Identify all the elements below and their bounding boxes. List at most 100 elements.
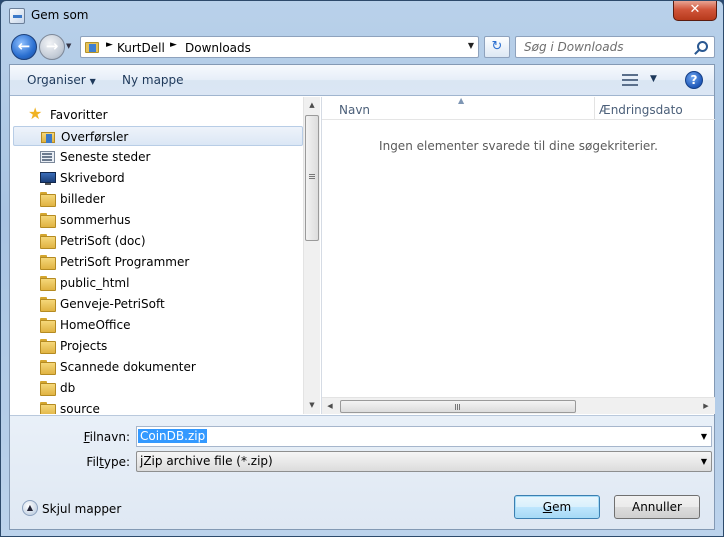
filename-input[interactable]: CoinDB.zip ▼ (136, 426, 712, 447)
nav-item-label: Projects (60, 339, 108, 353)
column-divider[interactable] (594, 97, 595, 119)
folder-icon (40, 318, 56, 333)
nav-item-scannede-dokumenter[interactable]: Scannede dokumenter (13, 357, 303, 377)
breadcrumb-separator-icon[interactable]: ► (106, 40, 113, 50)
breadcrumb-separator-icon[interactable]: ► (170, 40, 177, 50)
nav-item-label: HomeOffice (60, 318, 131, 332)
file-list-hscrollbar[interactable]: ◀ ▶ (322, 397, 715, 414)
filetype-label: Filtype: (86, 455, 130, 469)
nav-favorites[interactable]: ★ Favoritter (13, 105, 303, 125)
refresh-button[interactable]: ↻ (484, 36, 510, 58)
window-title: Gem som (31, 8, 89, 22)
hide-folders-toggle[interactable]: Skjul mapper (42, 502, 121, 516)
nav-item-billeder[interactable]: billeder (13, 189, 303, 209)
nav-item-public-html[interactable]: public_html (13, 273, 303, 293)
organize-button[interactable]: Organiser ▼ (27, 73, 96, 87)
navigation-pane: ★ Favoritter Overførsler Seneste steder … (10, 97, 320, 414)
filetype-select[interactable]: jZip archive file (*.zip) ▼ (136, 451, 712, 472)
save-button[interactable]: Gem (514, 495, 600, 519)
dialog-body: Organiser ▼ Ny mappe ▼ ? ★ Favoritter Ove… (9, 64, 715, 530)
folder-icon (40, 255, 56, 270)
nav-favorites-label: Favoritter (50, 108, 108, 122)
breadcrumb-downloads[interactable]: Downloads (185, 41, 251, 55)
filename-value: CoinDB.zip (138, 429, 208, 443)
folder-icon (40, 339, 56, 354)
breadcrumb-kurtdell[interactable]: KurtDell (117, 41, 165, 55)
empty-message: Ingen elementer svarede til dine søgekri… (379, 139, 658, 153)
nav-item-label: Overførsler (61, 130, 129, 144)
folder-icon (40, 381, 56, 396)
nav-item-petrisoft-doc[interactable]: PetriSoft (doc) (13, 231, 303, 251)
folder-icon (40, 276, 56, 291)
nav-item-petrisoft-programmer[interactable]: PetriSoft Programmer (13, 252, 303, 272)
folder-icon (40, 192, 56, 207)
folder-icon (40, 402, 56, 414)
new-folder-button[interactable]: Ny mappe (122, 73, 184, 87)
nav-item-label: sommerhus (60, 213, 131, 227)
nav-item-source[interactable]: source (13, 399, 303, 414)
scroll-up-icon[interactable]: ▲ (304, 97, 320, 114)
filetype-value: jZip archive file (*.zip) (140, 454, 273, 468)
column-header-row: ▲ Navn Ændringsdato (322, 96, 715, 120)
nav-item-genveje-petrisoft[interactable]: Genveje-PetriSoft (13, 294, 303, 314)
scrollbar-thumb[interactable] (340, 400, 576, 413)
nav-item-label: Skrivebord (60, 171, 125, 185)
close-button[interactable]: ✕ (673, 1, 717, 21)
navigation-row: ← → ▼ ► KurtDell ► Downloads ▼ ↻ Søg i D… (9, 32, 715, 62)
search-placeholder: Søg i Downloads (524, 40, 624, 54)
downloads-folder-icon (85, 40, 101, 54)
command-bar: Organiser ▼ Ny mappe ▼ ? (10, 65, 714, 96)
nav-item-label: source (60, 402, 100, 414)
nav-item-label: public_html (60, 276, 130, 290)
nav-item-homeoffice[interactable]: HomeOffice (13, 315, 303, 335)
views-dropdown-icon[interactable]: ▼ (650, 74, 657, 84)
nav-item-label: billeder (60, 192, 105, 206)
address-dropdown-icon[interactable]: ▼ (468, 41, 474, 50)
folder-icon (40, 234, 56, 249)
recent-places-icon (40, 150, 56, 164)
forward-button[interactable]: → (39, 34, 65, 60)
folder-icon (40, 213, 56, 228)
file-list-pane[interactable]: ▲ Navn Ændringsdato Ingen elementer svar… (321, 96, 715, 414)
search-icon[interactable] (697, 41, 708, 52)
star-icon: ★ (28, 104, 43, 123)
folder-icon (40, 360, 56, 375)
nav-item-skrivebord[interactable]: Skrivebord (13, 168, 303, 188)
scroll-right-icon[interactable]: ▶ (698, 398, 714, 415)
nav-item-label: Scannede dokumenter (60, 360, 196, 374)
filename-dropdown-icon[interactable]: ▼ (701, 432, 707, 441)
title-bar[interactable]: Gem som ✕ (1, 1, 723, 31)
scroll-down-icon[interactable]: ▼ (304, 397, 320, 414)
scrollbar-thumb[interactable] (305, 115, 319, 241)
downloads-folder-icon (41, 130, 57, 144)
folder-icon (40, 297, 56, 312)
nav-item-seneste-steder[interactable]: Seneste steder (13, 147, 303, 167)
desktop-icon (40, 171, 56, 185)
save-dialog-icon (9, 8, 25, 24)
address-bar[interactable]: ► KurtDell ► Downloads ▼ (80, 36, 479, 58)
nav-item-projects[interactable]: Projects (13, 336, 303, 356)
dialog-window: Gem som ✕ ← → ▼ ► KurtDell ► Downloads ▼… (0, 0, 724, 537)
nav-item-label: db (60, 381, 76, 395)
recent-pages-dropdown-icon[interactable]: ▼ (66, 42, 76, 52)
search-input[interactable]: Søg i Downloads (515, 36, 715, 58)
sort-ascending-icon: ▲ (458, 96, 465, 105)
save-form: Filnavn: CoinDB.zip ▼ Filtype: jZip arch… (10, 415, 714, 529)
column-name-header[interactable]: Navn (339, 103, 370, 117)
nav-item-overforsler[interactable]: Overførsler (13, 126, 303, 146)
nav-pane-scrollbar[interactable]: ▲ ▼ (303, 97, 320, 414)
nav-item-label: PetriSoft (doc) (60, 234, 146, 248)
nav-item-db[interactable]: db (13, 378, 303, 398)
nav-item-label: PetriSoft Programmer (60, 255, 190, 269)
column-date-header[interactable]: Ændringsdato (599, 103, 683, 117)
filename-label: Filnavn: (83, 430, 130, 444)
views-icon[interactable] (622, 74, 638, 87)
nav-item-label: Seneste steder (60, 150, 151, 164)
back-button[interactable]: ← (11, 34, 37, 60)
cancel-button[interactable]: Annuller (614, 495, 700, 519)
nav-item-sommerhus[interactable]: sommerhus (13, 210, 303, 230)
collapse-up-icon[interactable]: ▲ (22, 500, 38, 516)
help-icon[interactable]: ? (685, 71, 703, 89)
filetype-dropdown-icon[interactable]: ▼ (701, 457, 707, 466)
scroll-left-icon[interactable]: ◀ (322, 398, 338, 415)
